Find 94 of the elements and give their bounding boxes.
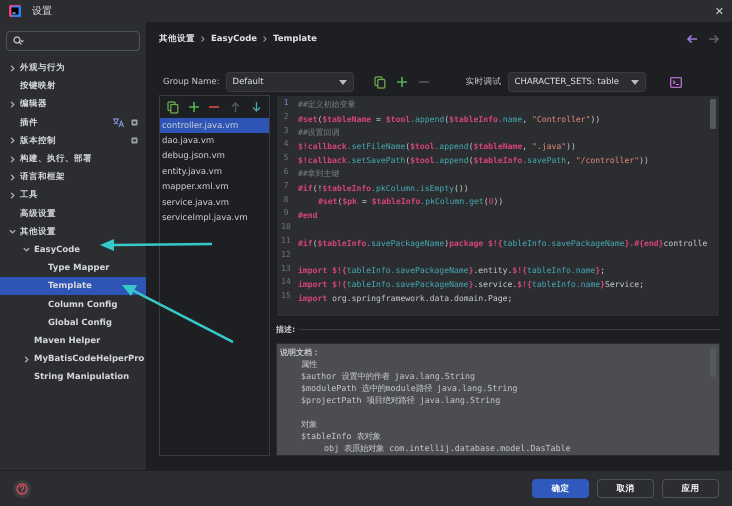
sidebar-item[interactable]: EasyCode — [0, 240, 146, 260]
file-list-item[interactable]: dao.java.vm — [160, 133, 269, 149]
search-icon — [13, 36, 24, 46]
description-line: 说明文档： — [280, 347, 321, 359]
line-number: 2 — [282, 112, 290, 123]
line-number: 11 — [280, 236, 292, 247]
line-number: 6 — [282, 166, 290, 178]
line-number: 13 — [280, 264, 292, 275]
file-list-item[interactable]: mapper.xml.vm — [160, 180, 269, 195]
line-number: 9 — [282, 208, 290, 220]
line-number: 5 — [282, 153, 290, 164]
back-arrow-icon[interactable] — [686, 34, 698, 44]
code-line: $!callback.setSavePath($tool.append($tableInfo.savePath, "/controller")) — [298, 154, 650, 167]
code-line: import $!{tableInfo.savePackageName}.entity.$!{tableInfo.name}; — [298, 264, 606, 278]
line-number: 14 — [280, 277, 292, 288]
line-number: 7 — [282, 180, 290, 192]
sidebar-item[interactable]: Type Mapper — [0, 259, 146, 278]
sidebar-item[interactable]: 高级设置 — [0, 204, 146, 223]
chevron-icon[interactable] — [8, 64, 17, 73]
line-number: 4 — [282, 139, 290, 150]
sidebar-item[interactable]: 编辑器 — [0, 95, 146, 114]
sidebar-item[interactable]: Global Config — [0, 314, 146, 332]
sidebar-item[interactable]: 其他设置 — [0, 222, 146, 241]
scrollbar-thumb[interactable] — [710, 99, 716, 129]
code-line: #set($pk = $tableInfo.pkColumn.get(0)) — [317, 195, 504, 208]
group-name-label: Group Name: — [163, 77, 220, 87]
code-line: ##拿到主键 — [298, 167, 341, 180]
app-logo-icon — [8, 4, 22, 18]
dropdown-caret-icon — [630, 80, 639, 84]
code-line: #end — [298, 209, 318, 222]
description-line: 对象 — [300, 419, 318, 431]
description-line: $projectPath 项目绝对路径 java.lang.String — [300, 395, 502, 407]
description-line: obj 表原始对象 com.intellij.database.model.DasTable — [323, 443, 572, 455]
code-line: #if($tableInfo.savePackageName)package $!{tableInfo.savePackageName}.#{end}controlle — [298, 236, 708, 250]
debug-table-dropdown[interactable]: CHARACTER_SETS: table — [508, 72, 646, 92]
sidebar-item[interactable]: 按键映射 — [0, 77, 146, 96]
dialog-button[interactable]: 应用 — [662, 479, 719, 498]
breadcrumb-item[interactable]: 其他设置 — [159, 33, 195, 45]
file-list-item[interactable]: service.java.vm — [160, 194, 269, 210]
window-title: 设置 — [32, 4, 53, 18]
dialog-button[interactable]: 取消 — [597, 479, 654, 498]
group-name-dropdown[interactable]: Default — [226, 72, 354, 92]
line-number: 15 — [280, 291, 292, 302]
sidebar-item[interactable]: Column Config — [0, 295, 146, 314]
add-icon[interactable] — [186, 99, 201, 115]
code-editor[interactable] — [276, 95, 720, 317]
description-line: $author 设置中的作者 java.lang.String — [300, 371, 476, 383]
help-icon[interactable] — [13, 480, 31, 498]
chevron-icon[interactable] — [8, 100, 17, 109]
search-field[interactable] — [6, 31, 140, 51]
sidebar-item[interactable]: 插件 — [0, 114, 146, 132]
sidebar-item[interactable]: 外观与行为 — [0, 59, 146, 78]
line-number: 1 — [282, 98, 290, 109]
file-list-item[interactable]: serviceImpl.java.vm — [160, 210, 269, 226]
copy-icon[interactable] — [372, 74, 388, 90]
close-button[interactable]: ✕ — [714, 4, 724, 18]
live-debug-label: 实时调试 — [466, 76, 502, 88]
file-list-item[interactable]: controller.java.vm — [160, 118, 269, 134]
code-line: $!callback.setFileName($tool.append($tableName, ".java")) — [298, 140, 577, 154]
sidebar-item[interactable]: Maven Helper — [0, 332, 146, 350]
line-number: 8 — [282, 194, 290, 206]
terminal-icon[interactable] — [668, 74, 684, 90]
code-line: ##设置回调 — [298, 126, 341, 139]
line-number: 12 — [280, 250, 292, 261]
code-line: import org.springframework.data.domain.Page; — [298, 292, 514, 305]
description-line: $tableInfo 表对象 — [300, 431, 382, 443]
dropdown-caret-icon — [338, 80, 347, 84]
chevron-icon[interactable] — [22, 354, 31, 364]
file-list-item[interactable]: entity.java.vm — [160, 164, 269, 180]
forward-arrow-icon[interactable] — [708, 34, 720, 44]
sidebar-item[interactable]: Template — [0, 277, 146, 296]
description-line: 属性 — [300, 359, 318, 371]
description-text-area[interactable]: 说明文档： 属性 $author 设置中的作者 java.lang.String $modulePath 选中的module路径 java.lang.String $projectPath 项目绝对路径 java.lang.String 对象 $tableInfo 表对象 obj 表原始对象 com.intellij.database.model.DasTable — [276, 343, 720, 456]
breadcrumb-chevron-icon — [263, 36, 268, 42]
sidebar-item[interactable]: 版本控制 — [0, 132, 146, 150]
ok-button[interactable]: 确定 — [532, 479, 589, 498]
sidebar-item[interactable]: 工具 — [0, 186, 146, 204]
line-number: 10 — [280, 222, 292, 234]
code-line: #if(!$tableInfo.pkColumn.isEmpty()) — [298, 182, 470, 195]
breadcrumb-item[interactable]: Template — [273, 34, 317, 44]
code-line: #set($tableName = $tool.append($tableInfo.name, "Controller")) — [298, 112, 602, 126]
description-line: $modulePath 选中的module路径 java.lang.String — [300, 383, 518, 395]
code-line: import $!{tableInfo.savePackageName}.service.$!{tableInfo.name}Service; — [298, 278, 646, 292]
sidebar-item[interactable]: String Manipulation — [0, 368, 146, 386]
file-list-item[interactable]: debug.json.vm — [160, 148, 269, 164]
line-number: 3 — [282, 126, 290, 137]
breadcrumb-item[interactable]: EasyCode — [211, 34, 258, 44]
sidebar-item[interactable]: 构建、执行、部署 — [0, 150, 146, 168]
sidebar-item[interactable]: MyBatisCodeHelperPro — [0, 350, 146, 368]
code-line: ##定义初始变量 — [298, 98, 357, 112]
copy-icon[interactable] — [166, 99, 180, 115]
breadcrumb-chevron-icon — [201, 36, 205, 42]
sidebar-item[interactable]: 语言和框架 — [0, 168, 146, 186]
description-label: 描述: — [276, 324, 296, 334]
